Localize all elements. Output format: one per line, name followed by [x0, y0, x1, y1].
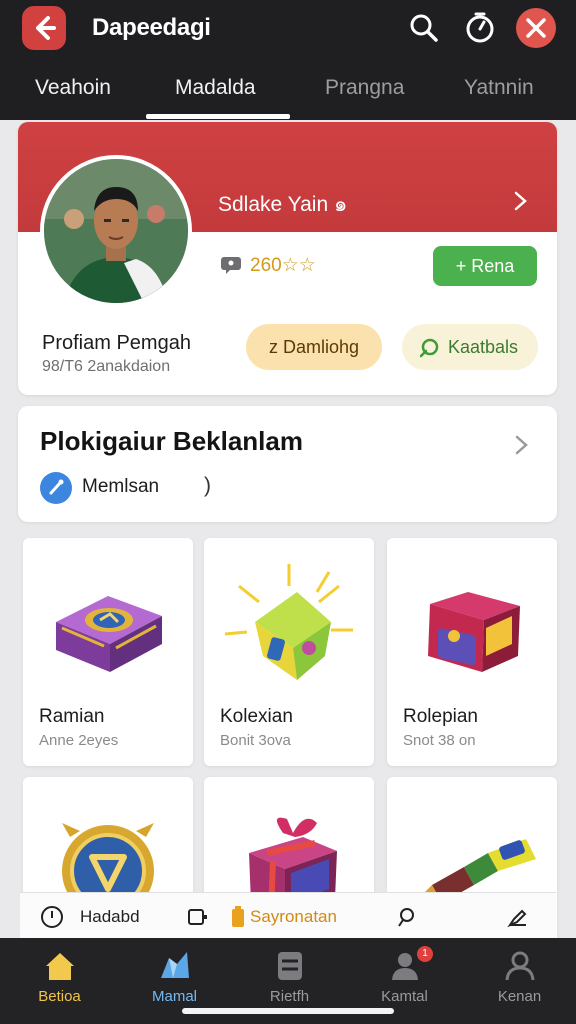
message-icon	[221, 257, 241, 274]
rating-value: 260☆☆	[250, 255, 316, 276]
strip-middle-text: Sayronatan	[250, 907, 337, 926]
header-username: Sdlake Yain ๑	[218, 193, 348, 216]
section-card[interactable]: Plokigaiur Beklanlam Memlsan )	[18, 406, 557, 522]
item-card-rolepian[interactable]: Rolepian Snot 38 on	[387, 538, 557, 766]
profile-icon	[505, 951, 535, 981]
tab-bar: Veahoin Madalda Prangna Yatnnin	[0, 58, 576, 120]
card-icon[interactable]	[186, 905, 210, 929]
glowing-cube-icon	[224, 564, 353, 680]
tab-madalda[interactable]: Madalda	[175, 76, 256, 100]
purple-chest-icon	[56, 596, 162, 672]
item-sub: Anne 2eyes	[39, 732, 119, 749]
add-button[interactable]: + Rena	[433, 246, 537, 286]
damliohg-pill-button[interactable]: z Damliohg	[246, 324, 382, 370]
item-name: Rolepian	[403, 706, 478, 727]
avatar[interactable]	[40, 155, 192, 307]
profile-name: Profiam Pemgah	[42, 332, 191, 354]
active-tab-indicator	[146, 114, 290, 119]
strip-left-text: Hadabd	[80, 907, 140, 926]
kaatbals-pill-button[interactable]: Kaatbals	[402, 324, 538, 370]
tab-veahoin[interactable]: Veahoin	[35, 76, 111, 100]
nav-item-kenan[interactable]: Kenan	[462, 938, 576, 1024]
nav-label: Mamal	[151, 988, 197, 1005]
app-title: Dapeedagi	[92, 14, 211, 41]
item-name: Kolexian	[220, 706, 293, 727]
nav-item-betioa[interactable]: Betioa	[2, 938, 117, 1024]
item-name: Ramian	[39, 706, 105, 727]
profile-card: Sdlake Yain ๑ 260☆☆ + Rena Profiam Pemga…	[18, 122, 557, 395]
section-title: Plokigaiur Beklanlam	[40, 426, 303, 456]
chevron-right-icon[interactable]	[514, 434, 530, 456]
item-card-kolexian[interactable]: Kolexian Bonit 3ova	[204, 538, 374, 766]
member-icon	[40, 472, 72, 504]
list-icon	[278, 952, 302, 980]
item-card-ramian[interactable]: Ramian Anne 2eyes	[23, 538, 193, 766]
info-strip: Hadabd Sayronatan	[20, 892, 556, 938]
back-arrow-icon	[36, 16, 56, 40]
close-icon	[526, 18, 546, 38]
map-icon	[161, 952, 189, 978]
search-icon[interactable]	[406, 10, 442, 46]
member-suffix: )	[204, 474, 211, 497]
top-app-bar: Dapeedagi	[0, 0, 576, 58]
tab-prangna[interactable]: Prangna	[325, 76, 404, 100]
tab-yatnnin[interactable]: Yatnnin	[464, 76, 534, 100]
pen-icon[interactable]	[506, 905, 530, 929]
back-button[interactable]	[22, 6, 66, 50]
nav-label: Betioa	[38, 988, 81, 1005]
battery-icon	[232, 906, 244, 927]
item-sub: Snot 38 on	[403, 732, 476, 749]
pin-icon[interactable]	[394, 905, 418, 929]
home-indicator[interactable]	[182, 1008, 394, 1014]
nav-label: Kamtal	[381, 988, 428, 1005]
nav-label: Kenan	[497, 988, 542, 1005]
item-sub: Bonit 3ova	[220, 732, 291, 749]
clock-icon	[41, 906, 63, 928]
close-button[interactable]	[516, 8, 556, 48]
avatar-photo	[44, 159, 188, 303]
pill-b-label: Kaatbals	[448, 337, 519, 357]
chevron-right-icon[interactable]	[512, 190, 530, 212]
member-label: Memlsan	[82, 476, 160, 497]
leaf-icon	[419, 338, 439, 358]
nav-label: Rietfh	[269, 988, 310, 1005]
profile-subtitle: 98/T6 2anakdaion	[42, 358, 171, 375]
red-box-icon	[428, 592, 520, 672]
notification-badge: 1	[417, 946, 433, 962]
compass-icon[interactable]	[462, 10, 498, 46]
home-icon	[46, 953, 74, 980]
